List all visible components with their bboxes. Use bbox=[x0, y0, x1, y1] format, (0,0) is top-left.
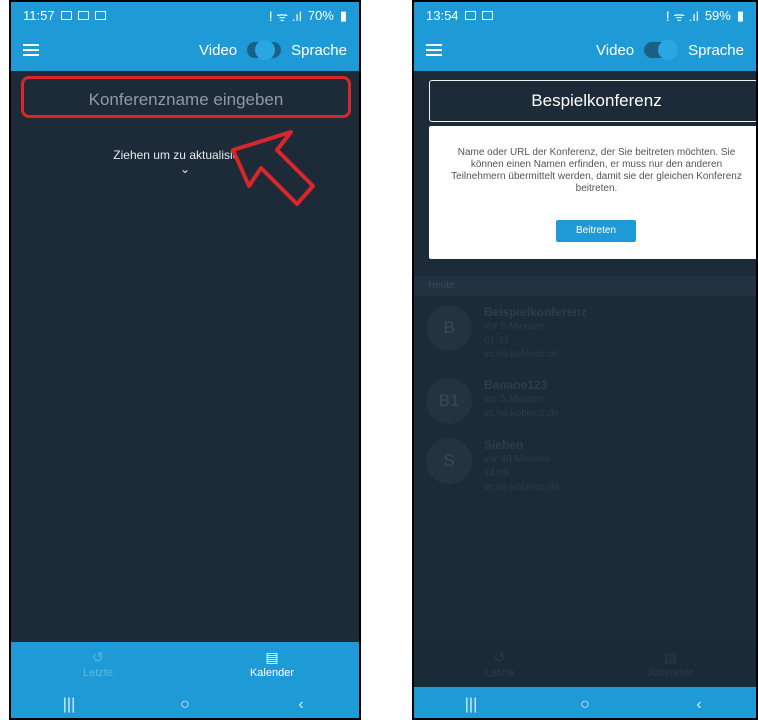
avatar: S bbox=[426, 438, 472, 484]
app-bar: Video Sprache bbox=[414, 29, 756, 71]
battery-icon: ▮ bbox=[339, 7, 347, 23]
home-icon[interactable]: ○ bbox=[165, 696, 205, 714]
video-label: Video bbox=[596, 41, 635, 59]
nav-recent-label: Letzte bbox=[484, 667, 515, 679]
list-item[interactable]: S Sieben vor 40 Minuten 14:08 vc.hs-kobl… bbox=[414, 438, 756, 518]
home-icon[interactable]: ○ bbox=[565, 696, 605, 714]
entry-duration: 01:31 bbox=[484, 335, 510, 346]
entry-title: Beispielkonferenz bbox=[484, 305, 587, 319]
nav-recent-label: Letzte bbox=[83, 667, 113, 679]
nav-recent[interactable]: ↺ Letzte bbox=[414, 642, 585, 687]
calendar-icon: ▤ bbox=[265, 649, 279, 665]
image-icon bbox=[77, 11, 89, 20]
battery-level: 70% bbox=[307, 8, 334, 23]
entry-time: vor 5 Minuten bbox=[484, 321, 545, 332]
audio-video-toggle[interactable] bbox=[644, 40, 679, 60]
bottom-navigation: ↺ Letzte ▤ Kalender bbox=[414, 642, 756, 687]
toggle-knob bbox=[658, 40, 679, 60]
status-time: 11:57 bbox=[23, 8, 55, 23]
entry-title: Sieben bbox=[484, 438, 524, 452]
conference-name-input[interactable]: Bespielkonferenz bbox=[429, 80, 756, 122]
notification-icon bbox=[94, 11, 106, 20]
list-item[interactable]: B Beispielkonferenz vor 5 Minuten 01:31 … bbox=[414, 305, 756, 385]
menu-icon[interactable] bbox=[23, 44, 39, 56]
battery-icon: ▮ bbox=[736, 7, 744, 23]
history-icon: ↺ bbox=[92, 649, 104, 665]
nav-calendar-label: Kalender bbox=[249, 667, 295, 679]
phone-screenshot-left: 11:57 ⵑ ᯤ .ıl 70% ▮ Video Sprache Konfer… bbox=[9, 0, 361, 720]
nav-calendar[interactable]: ▤ Kalender bbox=[585, 642, 756, 687]
entry-title: Banane123 bbox=[484, 378, 548, 392]
join-button[interactable]: Beitreten bbox=[556, 220, 636, 242]
app-bar: Video Sprache bbox=[11, 29, 359, 71]
status-bar: 11:57 ⵑ ᯤ .ıl 70% ▮ bbox=[11, 2, 359, 29]
status-bar: 13:54 ⵑ ᯤ .ıl 59% ▮ bbox=[414, 2, 756, 29]
entry-time: vor 5 Minuten bbox=[484, 394, 545, 405]
entry-server: vc.hs-koblenz.de bbox=[484, 408, 560, 419]
avatar: B bbox=[426, 305, 472, 351]
history-icon: ↺ bbox=[493, 649, 506, 665]
speech-label: Sprache bbox=[688, 41, 744, 59]
speech-label: Sprache bbox=[291, 41, 347, 59]
image-icon bbox=[464, 11, 476, 20]
phone-screenshot-right: 13:54 ⵑ ᯤ .ıl 59% ▮ Video Sprache Bespie… bbox=[412, 0, 758, 720]
nav-calendar[interactable]: ▤ Kalender bbox=[185, 642, 359, 687]
bottom-navigation: ↺ Letzte ▤ Kalender bbox=[11, 642, 359, 687]
system-navigation-bar: ||| ○ ‹ bbox=[414, 687, 756, 718]
signal-icon: ⵑ ᯤ .ıl bbox=[665, 8, 699, 24]
cast-icon bbox=[60, 11, 72, 20]
section-header-today: Heute bbox=[414, 276, 756, 296]
entry-duration: 14:08 bbox=[484, 468, 510, 479]
entry-server: vc.hs-koblenz.de bbox=[484, 349, 560, 360]
toggle-knob bbox=[255, 40, 276, 60]
signal-icon: ⵑ ᯤ .ıl bbox=[268, 8, 302, 24]
avatar: B1 bbox=[426, 378, 472, 424]
back-icon[interactable]: ‹ bbox=[679, 696, 719, 714]
back-icon[interactable]: ‹ bbox=[281, 696, 321, 714]
audio-video-toggle[interactable] bbox=[247, 40, 282, 60]
calendar-icon: ▤ bbox=[663, 649, 678, 665]
video-label: Video bbox=[199, 41, 238, 59]
status-time: 13:54 bbox=[426, 8, 459, 23]
conference-name-input[interactable]: Konferenzname eingeben bbox=[21, 76, 351, 118]
nav-recent[interactable]: ↺ Letzte bbox=[11, 642, 185, 687]
recent-apps-icon[interactable]: ||| bbox=[49, 696, 89, 714]
system-navigation-bar: ||| ○ ‹ bbox=[11, 687, 359, 718]
recent-apps-icon[interactable]: ||| bbox=[451, 696, 491, 714]
annotation-arrow-icon bbox=[231, 130, 315, 206]
menu-icon[interactable] bbox=[426, 44, 442, 56]
nav-calendar-label: Kalender bbox=[648, 667, 693, 679]
popup-text: Name oder URL der Konferenz, der Sie bei… bbox=[451, 147, 742, 194]
entry-server: vc.hs-koblenz.de bbox=[484, 482, 560, 493]
notification-icon bbox=[481, 11, 493, 20]
battery-level: 59% bbox=[704, 8, 731, 23]
conference-hint-popup: Name oder URL der Konferenz, der Sie bei… bbox=[429, 126, 756, 259]
entry-time: vor 40 Minuten bbox=[484, 454, 551, 465]
